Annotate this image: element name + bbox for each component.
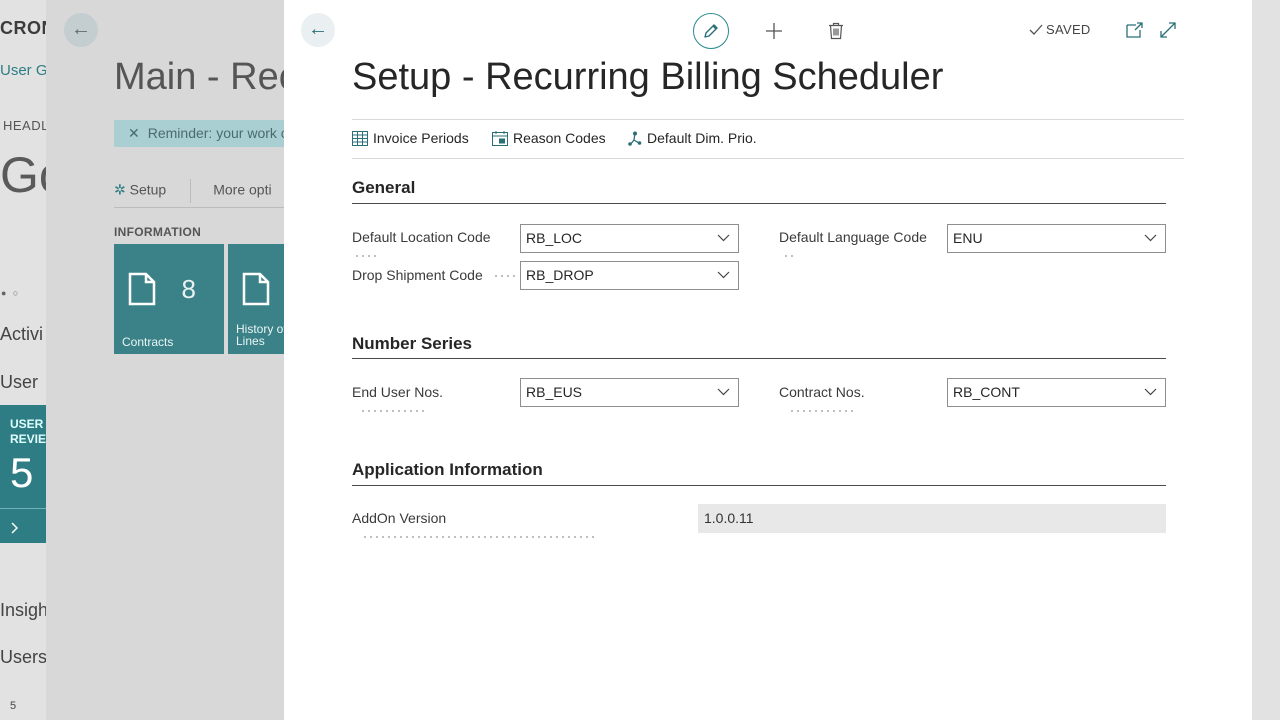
back-arrow-icon[interactable]: ←	[64, 13, 98, 47]
chevron-right-icon[interactable]	[10, 521, 19, 537]
default-location-code-label: Default Location Code	[352, 229, 516, 265]
users-heading: Users	[0, 647, 48, 667]
back-arrow-icon[interactable]: ←	[301, 13, 335, 47]
application-information-section-header[interactable]: Application Information	[352, 460, 543, 480]
more-options-action[interactable]: More opti	[213, 182, 271, 198]
dimension-icon	[628, 131, 642, 146]
title-divider	[352, 119, 1184, 120]
document-icon	[128, 272, 156, 306]
default-language-code-dropdown[interactable]: ENU	[947, 224, 1166, 253]
general-section-header[interactable]: General	[352, 178, 415, 198]
checkmark-icon	[1029, 24, 1043, 35]
document-icon	[242, 272, 270, 306]
invoice-periods-action[interactable]: Invoice Periods	[352, 130, 469, 146]
gear-icon: ✲	[114, 181, 126, 198]
setup-dialog: ← SAVED Setup - Recurring Billing Schedu…	[284, 0, 1252, 720]
addon-version-label: AddOn Version	[352, 510, 694, 546]
main-page-actions: ✲ Setup More opti	[114, 179, 272, 203]
chevron-down-icon	[717, 388, 730, 396]
table-icon	[352, 130, 368, 146]
tile-label: History of Lines	[236, 322, 287, 348]
contract-nos-dropdown[interactable]: RB_CONT	[947, 378, 1166, 407]
user-review-tile[interactable]: USER REVIE 5	[0, 405, 46, 543]
user-link[interactable]: User G	[0, 62, 48, 79]
section-divider	[352, 358, 1166, 359]
actions-divider	[352, 158, 1184, 159]
chevron-down-icon	[1144, 234, 1157, 242]
trash-icon[interactable]	[824, 18, 848, 44]
activities-heading: Activi	[0, 324, 44, 344]
headline-label: HEADL	[3, 118, 49, 133]
end-user-nos-label: End User Nos.	[352, 384, 516, 420]
default-dim-prio-action[interactable]: Default Dim. Prio.	[627, 130, 757, 146]
section-divider	[352, 203, 1166, 204]
expand-icon[interactable]	[1158, 20, 1178, 40]
edit-pencil-icon[interactable]	[693, 13, 729, 49]
contracts-tile[interactable]: 8 Contracts	[114, 244, 224, 354]
end-user-nos-dropdown[interactable]: RB_EUS	[520, 378, 739, 407]
contract-nos-label: Contract Nos.	[779, 384, 943, 420]
tile-value: 5	[10, 449, 34, 496]
chevron-down-icon	[1144, 388, 1157, 396]
drop-shipment-code-label: Drop Shipment Code	[352, 267, 516, 285]
chevron-down-icon	[717, 234, 730, 242]
number-series-section-header[interactable]: Number Series	[352, 334, 472, 354]
chevron-down-icon	[717, 271, 730, 279]
tile-count: 8	[181, 274, 196, 304]
default-location-code-dropdown[interactable]: RB_LOC	[520, 224, 739, 253]
calendar-icon	[492, 130, 508, 146]
section-divider	[352, 485, 1166, 486]
close-icon[interactable]: ✕	[128, 125, 140, 141]
bottom-value: 5	[10, 700, 17, 712]
user-heading: User	[0, 372, 39, 392]
reminder-text: Reminder: your work c	[147, 125, 288, 141]
reason-codes-action[interactable]: Reason Codes	[492, 130, 606, 146]
tile-label: Contracts	[122, 335, 174, 349]
saved-status: SAVED	[1029, 22, 1091, 37]
main-page-title: Main - Rec	[114, 56, 298, 98]
drop-shipment-code-dropdown[interactable]: RB_DROP	[520, 261, 739, 290]
open-new-window-icon[interactable]	[1125, 20, 1145, 40]
addon-version-field: 1.0.0.11	[698, 504, 1166, 533]
information-header: INFORMATION	[114, 225, 202, 239]
plus-icon[interactable]	[762, 18, 786, 44]
insights-heading: Insigh	[0, 600, 49, 620]
tile-title: USER REVIE	[10, 417, 46, 446]
default-language-code-label: Default Language Code	[779, 229, 943, 265]
page-title: Setup - Recurring Billing Scheduler	[352, 56, 944, 98]
setup-action[interactable]: ✲ Setup	[114, 182, 166, 198]
tile-divider	[0, 508, 46, 509]
headline-pager-dots[interactable]: ● ○	[1, 288, 20, 298]
